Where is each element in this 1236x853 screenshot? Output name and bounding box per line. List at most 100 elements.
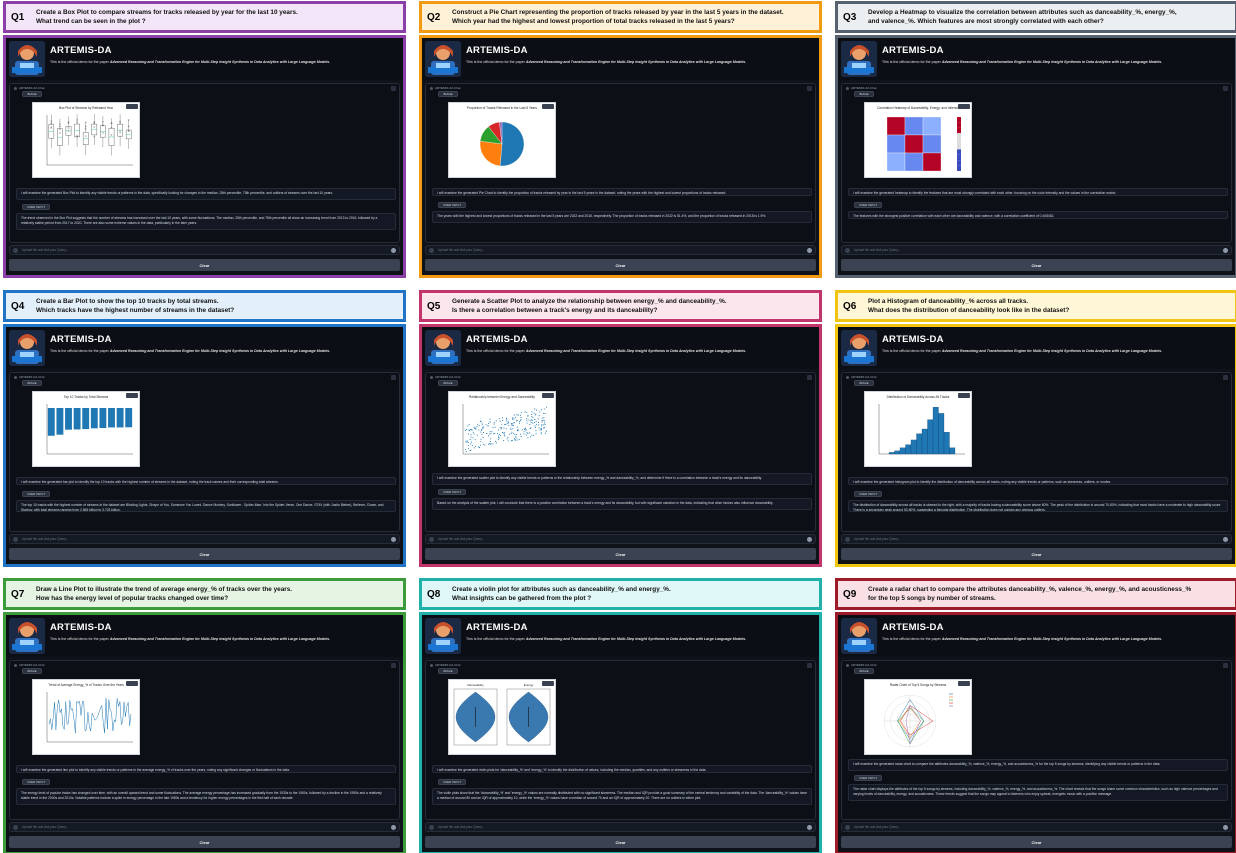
scatter-point	[527, 437, 529, 439]
clear-button[interactable]: Clear	[841, 836, 1232, 848]
share-icon[interactable]	[807, 663, 812, 668]
image-toolbar-icon[interactable]	[958, 681, 970, 686]
chart-image[interactable]: Box Plot of Streams by Released Year	[32, 102, 140, 178]
clear-button[interactable]: Clear	[9, 836, 400, 848]
query-input-row[interactable]: Upload file and Ask your Query...	[9, 245, 400, 255]
scatter-point	[482, 443, 484, 445]
scatter-point	[481, 433, 483, 435]
histogram-bar	[949, 447, 956, 455]
chatbot-area[interactable]: ARTEMIS-DA Chat IMAGE Radar Chart of Top…	[841, 660, 1232, 820]
image-toolbar-icon[interactable]	[126, 104, 138, 109]
query-input-row[interactable]: Upload file and Ask your Query...	[425, 822, 816, 832]
upload-icon[interactable]	[429, 825, 434, 830]
share-icon[interactable]	[1223, 86, 1228, 91]
heatmap-colorbar	[957, 122, 961, 128]
chatbot-area[interactable]: ARTEMIS-DA Chat IMAGE Relationship betwe…	[425, 372, 816, 532]
image-toolbar-icon[interactable]	[126, 393, 138, 398]
chatbot-area[interactable]: ARTEMIS-DA Chat IMAGE Danceability Energy…	[425, 660, 816, 820]
query-input[interactable]: Upload file and Ask your Query...	[438, 248, 484, 252]
send-icon[interactable]	[1223, 248, 1228, 253]
chatbot-area[interactable]: ARTEMIS-DA Chat IMAGE Top 10 Tracks by T…	[9, 372, 400, 532]
scatter-point	[473, 433, 475, 435]
chart-image[interactable]: Radar Chart of Top 5 Songs by Streams	[864, 679, 972, 755]
scatter-point	[544, 422, 546, 424]
send-icon[interactable]	[807, 248, 812, 253]
chart-image[interactable]: Correlation Heatmap of Danceability, Ene…	[864, 102, 972, 178]
query-input-row[interactable]: Upload file and Ask your Query...	[841, 534, 1232, 544]
chart-svg: Distribution of Danceability Across All …	[878, 395, 965, 455]
chart-image[interactable]: Proportion of Tracks Released in the Las…	[448, 102, 556, 178]
chatbot-area[interactable]: ARTEMIS-DA Chat IMAGE Box Plot of Stream…	[9, 83, 400, 243]
scatter-point	[497, 435, 500, 437]
query-input-row[interactable]: Upload file and Ask your Query...	[841, 822, 1232, 832]
query-input-row[interactable]: Upload file and Ask your Query...	[9, 534, 400, 544]
send-icon[interactable]	[391, 825, 396, 830]
clear-button[interactable]: Clear	[425, 548, 816, 560]
chart-image[interactable]: Top 10 Tracks by Total Streams	[32, 391, 140, 467]
chart-image[interactable]: Distribution of Danceability Across All …	[864, 391, 972, 467]
upload-icon[interactable]	[13, 248, 18, 253]
share-icon[interactable]	[807, 375, 812, 380]
clear-button[interactable]: Clear	[9, 548, 400, 560]
upload-icon[interactable]	[429, 248, 434, 253]
bar	[73, 408, 81, 430]
scatter-point	[515, 420, 517, 422]
scatter-point	[536, 409, 538, 411]
chart-image[interactable]: Danceability Energy	[448, 679, 556, 755]
query-input[interactable]: Upload file and Ask your Query...	[438, 537, 484, 541]
chatbot-area[interactable]: ARTEMIS-DA Chat IMAGE Distribution of Da…	[841, 372, 1232, 532]
clear-button[interactable]: Clear	[425, 259, 816, 271]
share-icon[interactable]	[807, 86, 812, 91]
image-toolbar-icon[interactable]	[958, 393, 970, 398]
upload-icon[interactable]	[845, 537, 850, 542]
upload-icon[interactable]	[429, 537, 434, 542]
send-icon[interactable]	[807, 537, 812, 542]
query-input[interactable]: Upload file and Ask your Query...	[854, 537, 900, 541]
app-title: ARTEMIS-DA	[50, 622, 112, 633]
send-icon[interactable]	[391, 248, 396, 253]
send-icon[interactable]	[1223, 825, 1228, 830]
query-input[interactable]: Upload file and Ask your Query...	[22, 248, 68, 252]
scatter-point	[516, 414, 518, 416]
share-icon[interactable]	[1223, 663, 1228, 668]
scatter-point	[515, 416, 517, 418]
query-input[interactable]: Upload file and Ask your Query...	[22, 537, 68, 541]
clear-button[interactable]: Clear	[425, 836, 816, 848]
scatter-point	[475, 445, 477, 448]
query-input-row[interactable]: Upload file and Ask your Query...	[425, 534, 816, 544]
share-icon[interactable]	[391, 663, 396, 668]
question-line-1: Plot a Histogram of danceability_% acros…	[868, 298, 1029, 305]
chart-image[interactable]: Trend of Average Energy_% of Tracks Over…	[32, 679, 140, 755]
share-icon[interactable]	[391, 86, 396, 91]
upload-icon[interactable]	[845, 825, 850, 830]
share-icon[interactable]	[391, 375, 396, 380]
clear-button[interactable]: Clear	[841, 259, 1232, 271]
chatbot-area[interactable]: ARTEMIS-DA Chat IMAGE Proportion of Trac…	[425, 83, 816, 243]
query-input-row[interactable]: Upload file and Ask your Query...	[9, 822, 400, 832]
chart-image[interactable]: Relationship between Energy and Danceabi…	[448, 391, 556, 467]
chatbot-area[interactable]: ARTEMIS-DA Chat IMAGE Trend of Average E…	[9, 660, 400, 820]
send-icon[interactable]	[391, 537, 396, 542]
chatbot-area[interactable]: ARTEMIS-DA Chat IMAGE Correlation Heatma…	[841, 83, 1232, 243]
image-toolbar-icon[interactable]	[542, 681, 554, 686]
send-icon[interactable]	[1223, 537, 1228, 542]
share-icon[interactable]	[1223, 375, 1228, 380]
image-toolbar-icon[interactable]	[126, 681, 138, 686]
image-toolbar-icon[interactable]	[958, 104, 970, 109]
clear-button[interactable]: Clear	[9, 259, 400, 271]
clear-button[interactable]: Clear	[841, 548, 1232, 560]
query-input[interactable]: Upload file and Ask your Query...	[438, 825, 484, 829]
upload-icon[interactable]	[13, 537, 18, 542]
image-toolbar-icon[interactable]	[542, 104, 554, 109]
query-input-row[interactable]: Upload file and Ask your Query...	[425, 245, 816, 255]
query-input[interactable]: Upload file and Ask your Query...	[22, 825, 68, 829]
send-icon[interactable]	[807, 825, 812, 830]
scatter-point	[535, 433, 537, 435]
query-input[interactable]: Upload file and Ask your Query...	[854, 825, 900, 829]
scatter-point	[465, 450, 467, 452]
query-input-row[interactable]: Upload file and Ask your Query...	[841, 245, 1232, 255]
upload-icon[interactable]	[13, 825, 18, 830]
image-toolbar-icon[interactable]	[542, 393, 554, 398]
upload-icon[interactable]	[845, 248, 850, 253]
query-input[interactable]: Upload file and Ask your Query...	[854, 248, 900, 252]
